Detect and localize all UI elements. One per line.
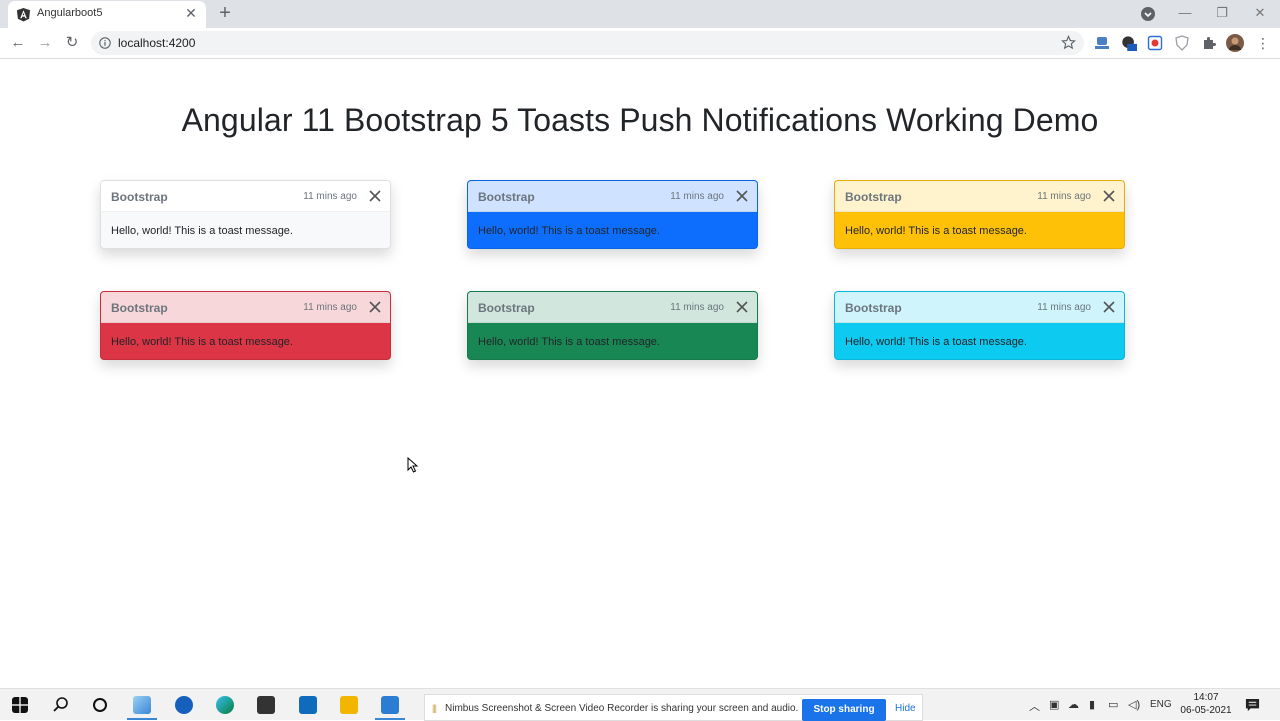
toast-brand: Bootstrap bbox=[478, 190, 535, 204]
toast-brand: Bootstrap bbox=[845, 301, 902, 315]
tray-meet-icon[interactable]: ▣ bbox=[1049, 698, 1059, 711]
mouse-cursor-icon bbox=[407, 457, 419, 473]
toast-danger: Bootstrap 11 mins ago Hello, world! This… bbox=[100, 291, 391, 360]
url-text[interactable]: localhost:4200 bbox=[118, 36, 195, 50]
search-icon[interactable] bbox=[52, 696, 70, 714]
toast-header: Bootstrap 11 mins ago bbox=[835, 292, 1124, 323]
page-title: Angular 11 Bootstrap 5 Toasts Push Notif… bbox=[181, 102, 1099, 138]
toast-time: 11 mins ago bbox=[303, 302, 357, 313]
toast-brand: Bootstrap bbox=[111, 301, 168, 315]
extension-shield-icon[interactable] bbox=[1174, 35, 1190, 51]
toast-primary: Bootstrap 11 mins ago Hello, world! This… bbox=[467, 180, 758, 249]
toast-light: Bootstrap 11 mins ago Hello, world! This… bbox=[100, 180, 391, 249]
browser-tab-strip: Angularboot5 ✕ + — ❐ ✕ bbox=[0, 0, 1280, 28]
mail-app-icon[interactable] bbox=[299, 696, 317, 714]
stop-sharing-button[interactable]: Stop sharing bbox=[802, 699, 886, 721]
tray-chevron-up-icon[interactable]: ︿ bbox=[1029, 698, 1040, 714]
minimize-button[interactable]: — bbox=[1170, 2, 1200, 24]
windows-taskbar: ||| Nimbus Screenshot & Screen Video Rec… bbox=[0, 688, 1280, 721]
tab-search-icon[interactable] bbox=[1140, 6, 1156, 22]
toast-header: Bootstrap 11 mins ago bbox=[101, 292, 390, 323]
toast-body: Hello, world! This is a toast message. bbox=[111, 225, 293, 237]
system-clock[interactable]: 14:07 06-05-2021 bbox=[1180, 691, 1232, 717]
toast-time: 11 mins ago bbox=[670, 302, 724, 313]
toast-brand: Bootstrap bbox=[111, 190, 168, 204]
toast-time: 11 mins ago bbox=[1037, 302, 1091, 313]
extension-stamp-icon[interactable] bbox=[1094, 35, 1110, 51]
toast-brand: Bootstrap bbox=[845, 190, 902, 204]
toast-body: Hello, world! This is a toast message. bbox=[478, 336, 660, 348]
toast-header: Bootstrap 11 mins ago bbox=[101, 181, 390, 212]
extension-record-icon[interactable] bbox=[1147, 35, 1163, 51]
close-icon[interactable] bbox=[1102, 189, 1116, 203]
close-window-button[interactable]: ✕ bbox=[1245, 2, 1275, 24]
notification-center-icon[interactable] bbox=[1245, 698, 1260, 713]
toast-brand: Bootstrap bbox=[478, 301, 535, 315]
tray-volume-icon[interactable]: ◁) bbox=[1128, 698, 1140, 711]
browser-toolbar: ← → ↻ localhost:4200 ⋮ bbox=[0, 28, 1280, 59]
drag-handle-icon[interactable]: ||| bbox=[432, 703, 437, 713]
back-arrow-icon[interactable]: ← bbox=[8, 33, 28, 53]
toast-body: Hello, world! This is a toast message. bbox=[478, 225, 660, 237]
toast-success: Bootstrap 11 mins ago Hello, world! This… bbox=[467, 291, 758, 360]
close-icon[interactable] bbox=[368, 300, 382, 314]
bookmark-star-icon[interactable] bbox=[1061, 35, 1076, 50]
edge-browser-icon[interactable] bbox=[216, 696, 234, 714]
toast-body: Hello, world! This is a toast message. bbox=[845, 336, 1027, 348]
toast-info: Bootstrap 11 mins ago Hello, world! This… bbox=[834, 291, 1125, 360]
screen-share-notification: ||| Nimbus Screenshot & Screen Video Rec… bbox=[424, 694, 923, 721]
new-tab-plus-icon[interactable]: + bbox=[214, 3, 236, 25]
toast-warning: Bootstrap 11 mins ago Hello, world! This… bbox=[834, 180, 1125, 249]
hide-button[interactable]: Hide bbox=[895, 703, 916, 714]
forward-arrow-icon[interactable]: → bbox=[35, 33, 55, 53]
close-icon[interactable] bbox=[1102, 300, 1116, 314]
toast-header: Bootstrap 11 mins ago bbox=[468, 181, 757, 212]
tab-close-icon[interactable]: ✕ bbox=[182, 4, 200, 22]
cortana-icon[interactable] bbox=[91, 696, 109, 714]
toast-header: Bootstrap 11 mins ago bbox=[468, 292, 757, 323]
store-bag-icon[interactable] bbox=[257, 696, 275, 714]
share-message: Nimbus Screenshot & Screen Video Recorde… bbox=[445, 703, 799, 714]
address-bar[interactable]: localhost:4200 bbox=[91, 31, 1084, 55]
info-icon[interactable] bbox=[99, 37, 111, 49]
tray-battery-icon[interactable]: ▭ bbox=[1108, 698, 1118, 711]
close-icon[interactable] bbox=[368, 189, 382, 203]
windows-start-icon[interactable] bbox=[12, 697, 28, 713]
photos-app-icon[interactable] bbox=[133, 696, 151, 714]
reload-icon[interactable]: ↻ bbox=[62, 33, 82, 53]
extension-na-icon[interactable] bbox=[1121, 35, 1137, 51]
maximize-button[interactable]: ❐ bbox=[1207, 2, 1237, 24]
toast-time: 11 mins ago bbox=[1037, 191, 1091, 202]
skype-business-icon[interactable] bbox=[175, 696, 193, 714]
close-icon[interactable] bbox=[735, 300, 749, 314]
extensions-puzzle-icon[interactable] bbox=[1201, 35, 1217, 51]
angular-logo-icon bbox=[16, 7, 31, 22]
browser-tab[interactable]: Angularboot5 ✕ bbox=[8, 1, 206, 28]
toast-time: 11 mins ago bbox=[670, 191, 724, 202]
profile-avatar-icon[interactable] bbox=[1226, 34, 1244, 52]
tab-title: Angularboot5 bbox=[37, 7, 103, 19]
toast-body: Hello, world! This is a toast message. bbox=[845, 225, 1027, 237]
tray-microphone-icon[interactable]: ▮ bbox=[1089, 698, 1095, 711]
vscode-app-icon[interactable] bbox=[381, 696, 399, 714]
close-icon[interactable] bbox=[735, 189, 749, 203]
tray-cloud-icon[interactable]: ☁ bbox=[1068, 698, 1079, 711]
language-indicator[interactable]: ENG bbox=[1150, 699, 1172, 710]
file-explorer-icon[interactable] bbox=[340, 696, 358, 714]
clock-date: 06-05-2021 bbox=[1180, 705, 1232, 716]
toast-time: 11 mins ago bbox=[303, 191, 357, 202]
toast-body: Hello, world! This is a toast message. bbox=[111, 336, 293, 348]
menu-kebab-icon[interactable]: ⋮ bbox=[1253, 33, 1273, 53]
toast-header: Bootstrap 11 mins ago bbox=[835, 181, 1124, 212]
clock-time: 14:07 bbox=[1193, 692, 1219, 703]
